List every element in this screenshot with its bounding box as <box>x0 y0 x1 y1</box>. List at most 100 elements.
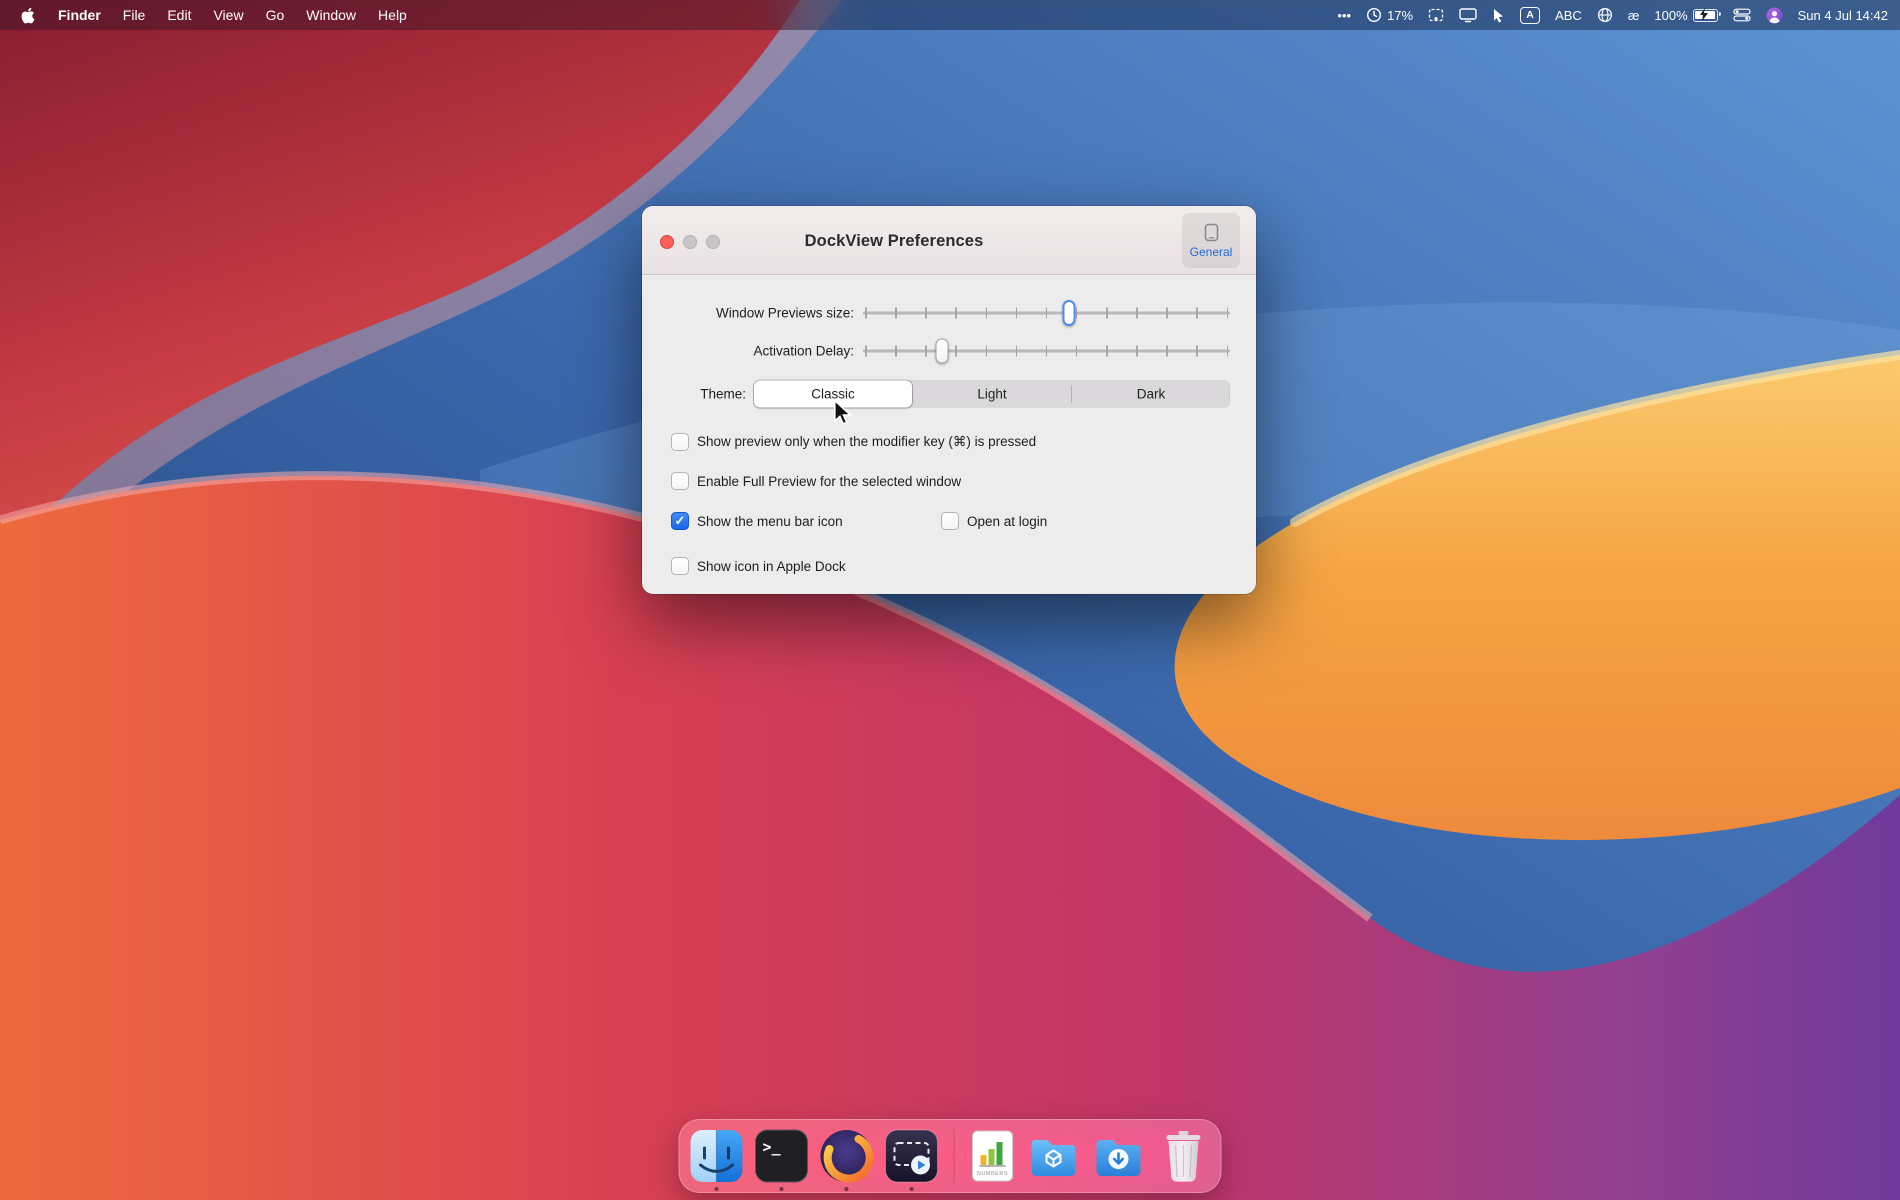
checkmark-icon: ✓ <box>675 514 686 527</box>
user-account-menu[interactable] <box>1766 7 1783 24</box>
timer-status[interactable]: 17% <box>1366 7 1413 23</box>
menu-bar-status: ••• 17% <box>1337 7 1888 24</box>
battery-status[interactable]: 100% <box>1654 8 1717 23</box>
preferences-content: Window Previews size: Activation Delay: … <box>642 274 1256 594</box>
screenshot-menu[interactable] <box>1428 8 1444 22</box>
titlebar[interactable]: DockView Preferences General <box>642 206 1256 275</box>
modifier-key-row: ✓ Show preview only when the modifier ke… <box>671 430 1256 454</box>
open-at-login-group: ✓ Open at login <box>941 509 1047 533</box>
control-center-menu[interactable] <box>1733 8 1751 22</box>
toolbar-general-button[interactable]: General <box>1182 213 1240 268</box>
dock-finder[interactable] <box>689 1128 745 1184</box>
menu-item-window[interactable]: Window <box>295 0 367 30</box>
activation-delay-slider[interactable] <box>863 338 1230 364</box>
apple-menu[interactable] <box>12 6 47 25</box>
preferences-window: DockView Preferences General Window Prev… <box>642 206 1256 594</box>
window-title: DockView Preferences <box>712 232 1076 251</box>
display-icon <box>1459 8 1477 23</box>
battery-percent: 100% <box>1654 8 1687 23</box>
previews-size-label: Window Previews size: <box>716 306 854 321</box>
keyboard-menu[interactable]: A <box>1520 7 1540 24</box>
modifier-key-checkbox[interactable]: ✓ <box>671 433 689 451</box>
apple-dock-icon-label[interactable]: Show icon in Apple Dock <box>697 559 846 574</box>
pointer-menu[interactable] <box>1492 8 1505 23</box>
general-tab-label: General <box>1190 245 1233 259</box>
dropbox-folder-icon <box>1026 1128 1082 1184</box>
numbers-document-icon: NUMBERS <box>970 1129 1016 1183</box>
previews-size-slider-thumb[interactable] <box>1062 300 1075 326</box>
slider-ticks <box>865 308 1228 319</box>
globe-icon <box>1597 7 1613 23</box>
full-preview-row: ✓ Enable Full Preview for the selected w… <box>671 469 1256 493</box>
dock-dropbox-folder[interactable] <box>1026 1128 1082 1184</box>
menu-bar-icon-row: ✓ Show the menu bar icon ✓ Open at login <box>671 509 1256 533</box>
menu-item-view[interactable]: View <box>202 0 254 30</box>
battery-icon <box>1693 9 1718 22</box>
dock-numbers-document[interactable]: NUMBERS <box>969 1128 1017 1184</box>
previews-size-slider[interactable] <box>863 300 1230 326</box>
numbers-caption: NUMBERS <box>977 1171 1008 1177</box>
account-icon <box>1766 7 1783 24</box>
apple-dock-icon-checkbox[interactable]: ✓ <box>671 557 689 575</box>
menu-item-help[interactable]: Help <box>367 0 418 30</box>
apple-icon <box>20 6 37 25</box>
menu-item-file[interactable]: File <box>112 0 157 30</box>
full-preview-label[interactable]: Enable Full Preview for the selected win… <box>697 474 961 489</box>
screenshot-icon <box>1428 8 1444 22</box>
pointer-icon <box>1492 8 1505 23</box>
character-viewer-menu[interactable]: æ <box>1628 8 1640 23</box>
svg-text:>_: >_ <box>763 1138 782 1156</box>
finder-icon <box>689 1128 745 1184</box>
activation-delay-label: Activation Delay: <box>753 344 854 359</box>
general-tab-icon <box>1204 223 1219 242</box>
terminal-icon: >_ <box>754 1128 810 1184</box>
keyboard-badge: A <box>1520 7 1540 24</box>
toggles-icon <box>1733 8 1751 22</box>
display-menu[interactable] <box>1459 8 1477 23</box>
window-controls <box>660 235 720 249</box>
theme-label: Theme: <box>700 387 746 402</box>
dock: >_ <box>679 1119 1222 1193</box>
trash-icon <box>1159 1128 1209 1184</box>
theme-segment-dark[interactable]: Dark <box>1072 381 1230 408</box>
browser-icon <box>819 1128 875 1184</box>
dock-terminal[interactable]: >_ <box>754 1128 810 1184</box>
theme-segment-light[interactable]: Light <box>913 381 1071 408</box>
dock-browser[interactable] <box>819 1128 875 1184</box>
previews-size-row: Window Previews size: <box>642 299 1256 327</box>
menu-bar-icon-label[interactable]: Show the menu bar icon <box>697 514 843 529</box>
menu-bar-clock[interactable]: Sun 4 Jul 14:42 <box>1798 8 1888 23</box>
activation-delay-row: Activation Delay: <box>642 337 1256 365</box>
language-menu[interactable] <box>1597 7 1613 23</box>
dock-dockview[interactable] <box>884 1128 940 1184</box>
close-button[interactable] <box>660 235 674 249</box>
menu-bar: Finder File Edit View Go Window Help •••… <box>0 0 1900 30</box>
menu-item-finder[interactable]: Finder <box>47 0 112 30</box>
downloads-folder-icon <box>1091 1128 1147 1184</box>
dock-divider <box>954 1129 955 1183</box>
timer-percent: 17% <box>1387 8 1413 23</box>
menu-bar-icon-checkbox[interactable]: ✓ <box>671 512 689 530</box>
open-at-login-checkbox[interactable]: ✓ <box>941 512 959 530</box>
desktop: Finder File Edit View Go Window Help •••… <box>0 0 1900 1200</box>
charging-bolt-icon <box>1699 8 1709 21</box>
open-at-login-label[interactable]: Open at login <box>967 514 1047 529</box>
menu-bar-left: Finder File Edit View Go Window Help <box>12 0 418 30</box>
theme-segment-classic[interactable]: Classic <box>754 381 912 408</box>
menu-item-go[interactable]: Go <box>255 0 296 30</box>
menu-item-edit[interactable]: Edit <box>156 0 202 30</box>
minimize-button <box>683 235 697 249</box>
input-source-menu[interactable]: ABC <box>1555 8 1582 23</box>
apple-dock-icon-row: ✓ Show icon in Apple Dock <box>671 554 1256 578</box>
modifier-key-label[interactable]: Show preview only when the modifier key … <box>697 434 1036 450</box>
dock-downloads-folder[interactable] <box>1091 1128 1147 1184</box>
overflow-menu[interactable]: ••• <box>1337 8 1351 23</box>
wallpaper <box>0 0 1900 1200</box>
dock-trash[interactable] <box>1156 1128 1212 1184</box>
slider-ticks <box>865 346 1228 357</box>
activation-delay-slider-thumb[interactable] <box>935 339 948 364</box>
dockview-icon <box>884 1128 940 1184</box>
theme-row: Theme: Classic Light Dark <box>642 380 1256 408</box>
theme-segmented-control: Classic Light Dark <box>754 381 1230 408</box>
full-preview-checkbox[interactable]: ✓ <box>671 472 689 490</box>
